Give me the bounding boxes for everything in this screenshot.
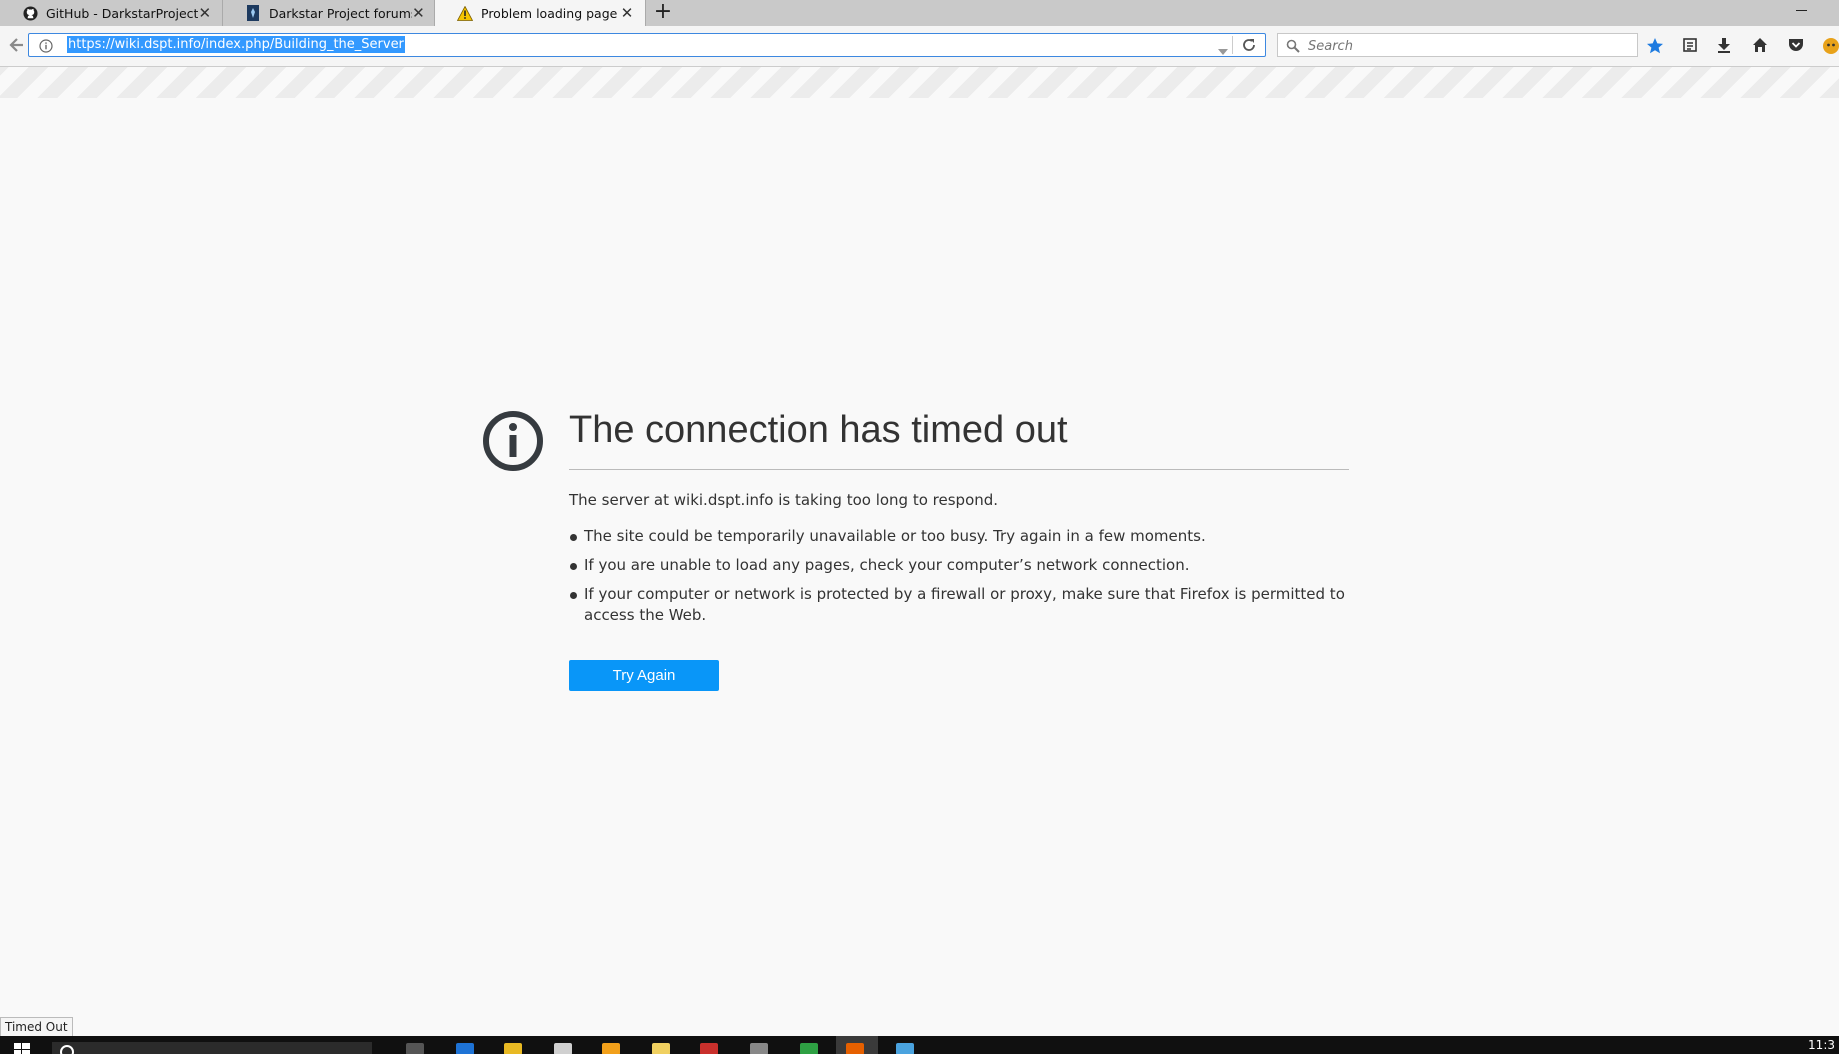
- github-icon: [22, 5, 38, 21]
- reload-icon[interactable]: [1241, 37, 1257, 53]
- taskbar-search-box[interactable]: [52, 1042, 372, 1054]
- navigation-toolbar: https://wiki.dspt.info/index.php/Buildin…: [0, 26, 1839, 67]
- tab-github[interactable]: GitHub - DarkstarProject/... ✕: [0, 0, 222, 26]
- new-tab-button[interactable]: +: [652, 1, 674, 24]
- title-divider: [569, 469, 1349, 470]
- app-icon[interactable]: [750, 1043, 768, 1054]
- tab-title: GitHub - DarkstarProject/...: [46, 5, 198, 21]
- list-item: If your computer or network is protected…: [569, 584, 1349, 626]
- page-stripe-banner: [0, 67, 1839, 98]
- tab-title: Problem loading page: [481, 5, 618, 21]
- back-arrow-icon[interactable]: [8, 37, 28, 57]
- bookmarks-list-icon[interactable]: [1682, 37, 1702, 57]
- firefox-icon[interactable]: [846, 1043, 864, 1054]
- tab-darkstar-forums[interactable]: Darkstar Project forums - ... ✕: [222, 0, 435, 26]
- store-icon[interactable]: [554, 1043, 572, 1054]
- list-item: If you are unable to load any pages, che…: [569, 555, 1349, 576]
- search-icon: [1286, 38, 1300, 53]
- task-view-icon[interactable]: [406, 1043, 424, 1054]
- list-item: The site could be temporarily unavailabl…: [569, 526, 1349, 547]
- home-icon[interactable]: [1752, 37, 1772, 57]
- search-input[interactable]: [1306, 36, 1630, 56]
- close-tab-icon[interactable]: ✕: [619, 4, 635, 22]
- pocket-icon[interactable]: [1788, 37, 1808, 57]
- try-again-button[interactable]: Try Again: [569, 660, 719, 691]
- site-info-icon[interactable]: [39, 38, 53, 53]
- app-icon[interactable]: [602, 1043, 620, 1054]
- page-title: The connection has timed out: [569, 409, 1068, 451]
- warning-icon: [457, 5, 473, 21]
- url-text[interactable]: https://wiki.dspt.info/index.php/Buildin…: [67, 36, 405, 53]
- windows-start-icon[interactable]: [14, 1041, 30, 1054]
- app-icon[interactable]: [896, 1043, 914, 1054]
- url-separator: [1232, 36, 1233, 54]
- tab-problem-loading[interactable]: Problem loading page ✕: [434, 0, 646, 26]
- file-explorer-icon[interactable]: [504, 1043, 522, 1054]
- addon-icon[interactable]: [1822, 37, 1839, 57]
- search-bar[interactable]: [1277, 33, 1638, 57]
- error-reasons-list: The site could be temporarily unavailabl…: [569, 526, 1349, 634]
- folder-icon[interactable]: [652, 1043, 670, 1054]
- taskbar: 11:3: [0, 1036, 1839, 1054]
- forum-favicon: [245, 5, 261, 21]
- app-icon[interactable]: [700, 1043, 718, 1054]
- cortana-icon: [60, 1045, 74, 1054]
- tab-strip: GitHub - DarkstarProject/... ✕ Darkstar …: [0, 0, 1839, 26]
- info-icon: [482, 410, 544, 472]
- history-dropdown-icon[interactable]: [1217, 41, 1229, 55]
- tab-title: Darkstar Project forums - ...: [269, 5, 412, 21]
- app-icon[interactable]: [800, 1043, 818, 1054]
- close-tab-icon[interactable]: ✕: [198, 4, 212, 22]
- clock: 11:3: [1808, 1038, 1835, 1052]
- url-bar[interactable]: https://wiki.dspt.info/index.php/Buildin…: [28, 33, 1266, 57]
- error-description: The server at wiki.dspt.info is taking t…: [569, 491, 999, 509]
- minimize-window-button[interactable]: [1796, 3, 1810, 17]
- downloads-icon[interactable]: [1716, 37, 1736, 57]
- edge-icon[interactable]: [456, 1043, 474, 1054]
- status-panel: Timed Out: [0, 1017, 73, 1038]
- bookmark-star-icon[interactable]: [1646, 37, 1666, 57]
- close-tab-icon[interactable]: ✕: [412, 4, 425, 22]
